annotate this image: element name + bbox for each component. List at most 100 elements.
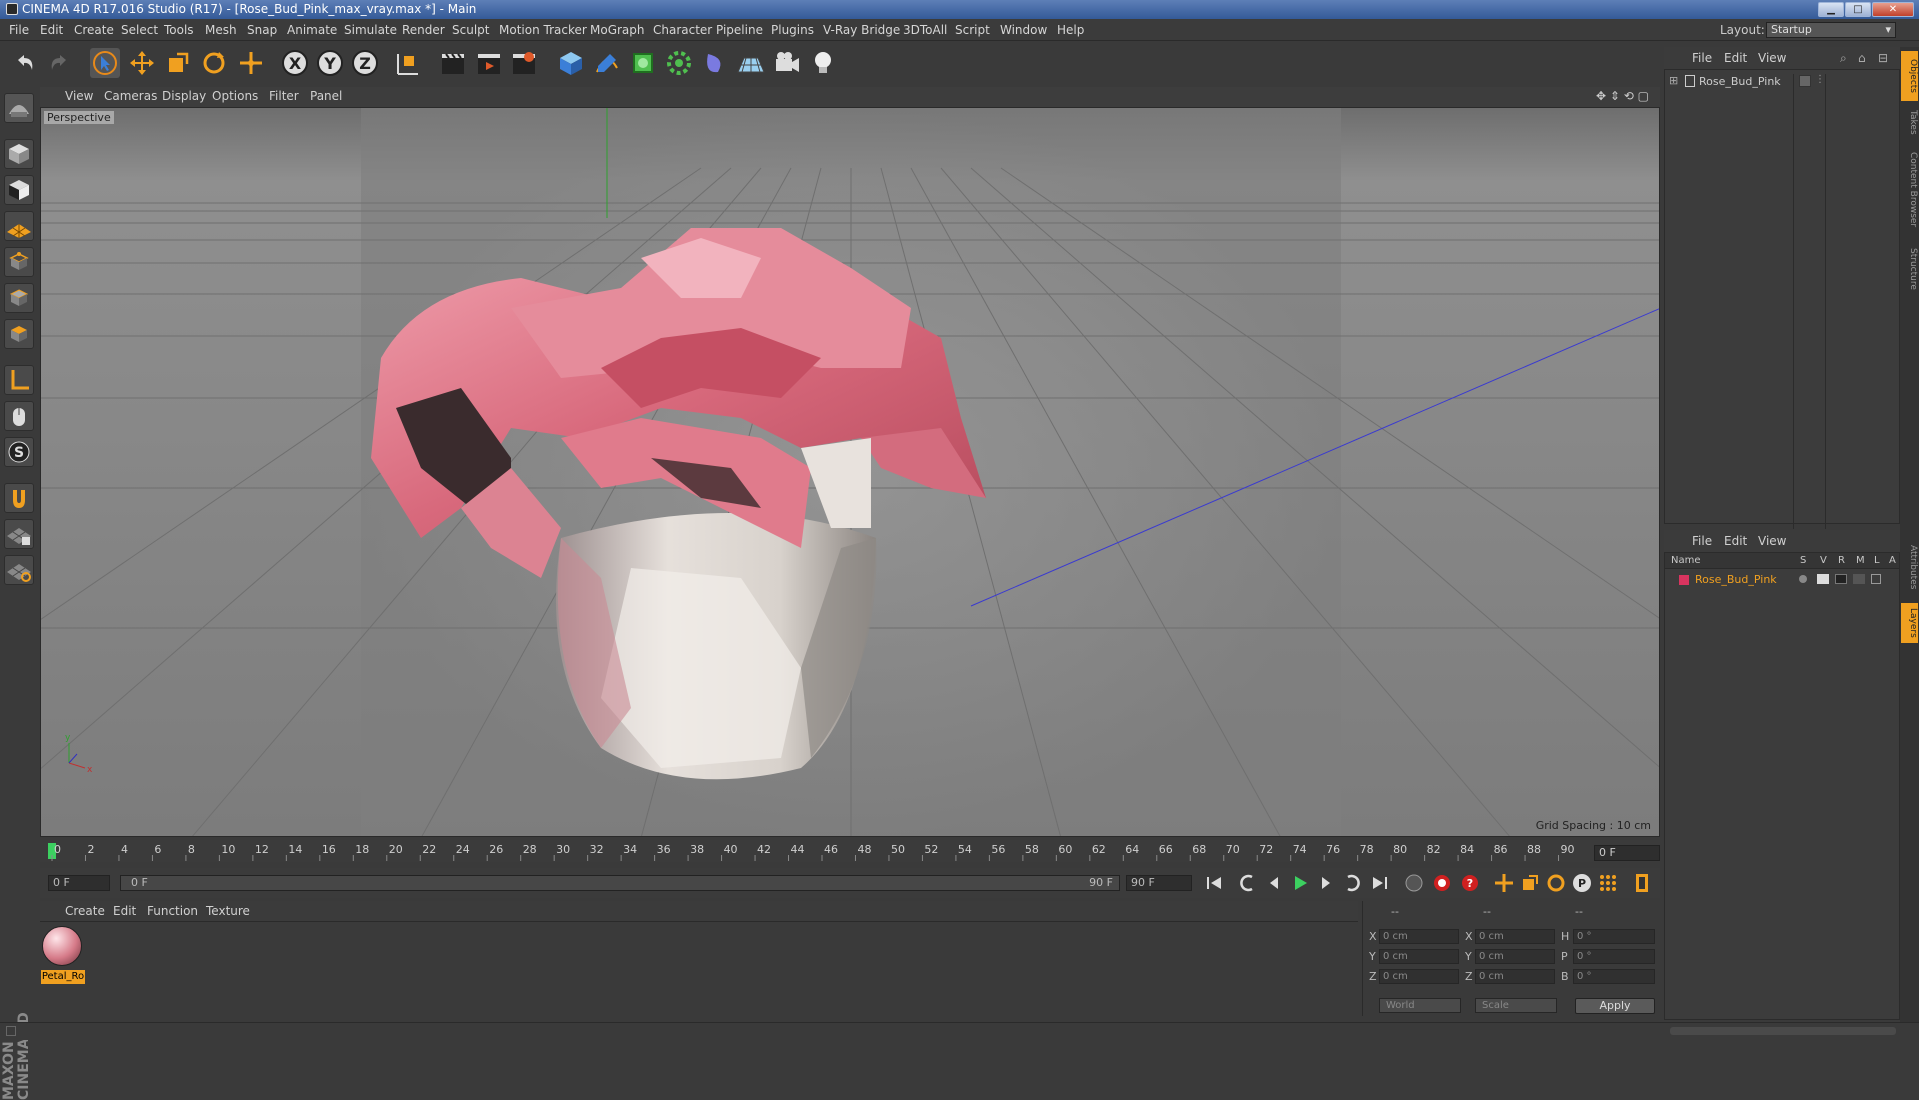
play-button[interactable]	[1288, 871, 1312, 895]
tweak-mode-button[interactable]	[4, 401, 34, 431]
menu-render[interactable]: Render	[402, 19, 445, 41]
position-z-field[interactable]: 0 cm	[1379, 969, 1459, 984]
floor-button[interactable]	[736, 48, 766, 78]
layer-color-swatch[interactable]	[1679, 575, 1689, 585]
material-preview-swatch[interactable]	[42, 926, 82, 966]
menu-file[interactable]: File	[9, 19, 29, 41]
object-row[interactable]: ⊞ Rose_Bud_Pink ⋮	[1665, 74, 1899, 529]
next-key-button[interactable]	[1340, 871, 1364, 895]
size-y-field[interactable]: 0 cm	[1475, 949, 1555, 964]
object-menu-file[interactable]: File	[1692, 51, 1712, 65]
position-y-field[interactable]: 0 cm	[1379, 949, 1459, 964]
menu-snap[interactable]: Snap	[247, 19, 277, 41]
next-frame-button[interactable]	[1314, 871, 1338, 895]
point-level-key-button[interactable]	[1596, 871, 1620, 895]
previous-key-button[interactable]	[1236, 871, 1260, 895]
render-picture-viewer-button[interactable]	[474, 48, 504, 78]
points-mode-button[interactable]	[4, 247, 34, 277]
layer-visible-eye-icon[interactable]	[1817, 574, 1829, 584]
z-axis-lock-button[interactable]: Z	[350, 48, 380, 78]
planar-workplane-button[interactable]	[4, 555, 34, 585]
menu-pipeline[interactable]: Pipeline	[716, 19, 763, 41]
material-menu-texture[interactable]: Texture	[206, 904, 250, 918]
locked-workplane-button[interactable]	[4, 519, 34, 549]
tree-expand-icon[interactable]: ⊞	[1669, 74, 1678, 87]
cube-button[interactable]	[556, 48, 586, 78]
material-menu-create[interactable]: Create	[65, 904, 105, 918]
layer-menu-view[interactable]: View	[1758, 534, 1786, 548]
maximize-button[interactable]: □	[1845, 2, 1871, 17]
object-menu-edit[interactable]: Edit	[1724, 51, 1747, 65]
visibility-toggle-icon[interactable]	[1799, 75, 1811, 87]
layer-row[interactable]: Rose_Bud_Pink	[1665, 571, 1899, 587]
make-editable-button[interactable]	[4, 93, 34, 123]
coordinate-mode-dropdown[interactable]: World	[1379, 998, 1461, 1013]
light-button[interactable]	[808, 48, 838, 78]
position-x-field[interactable]: 0 cm	[1379, 929, 1459, 944]
timeline-ruler[interactable]: 0 2 4 6 8 10 12 14 16 18 20 22 24 26 28 30 32 34 36 38 40 42 4…	[40, 840, 1660, 862]
menu-sculpt[interactable]: Sculpt	[452, 19, 489, 41]
layer-manager-icon[interactable]	[1853, 574, 1865, 584]
menu-tools[interactable]: Tools	[164, 19, 194, 41]
material-menu-edit[interactable]: Edit	[113, 904, 136, 918]
magnet-button[interactable]	[4, 483, 34, 513]
rotation-b-field[interactable]: 0 °	[1573, 969, 1655, 984]
end-frame-field[interactable]: 90 F	[1126, 875, 1192, 891]
tab-objects[interactable]: Objects	[1901, 51, 1918, 101]
edges-mode-button[interactable]	[4, 283, 34, 313]
frame-range-slider[interactable]: 0 F 90 F	[120, 875, 1120, 891]
menu-mesh[interactable]: Mesh	[205, 19, 237, 41]
search-icon[interactable]: ⌕	[1840, 51, 1847, 66]
menu-create[interactable]: Create	[74, 19, 114, 41]
move-tool-button[interactable]	[127, 48, 157, 78]
pen-spline-button[interactable]	[592, 48, 622, 78]
viewport-menu-view[interactable]: View	[65, 89, 93, 103]
perspective-viewport[interactable]: y x Perspective Grid Spacing : 10 cm	[40, 107, 1660, 837]
coordinate-system-button[interactable]	[392, 48, 422, 78]
tab-takes[interactable]: Takes	[1901, 105, 1918, 139]
keyframe-selection-button[interactable]: ?	[1458, 871, 1482, 895]
polygons-mode-button[interactable]	[4, 319, 34, 349]
layer-render-icon[interactable]	[1835, 574, 1847, 584]
menu-window[interactable]: Window	[1000, 19, 1047, 41]
render-view-button[interactable]	[438, 48, 468, 78]
camera-button[interactable]	[772, 48, 802, 78]
menu-simulate[interactable]: Simulate	[344, 19, 397, 41]
render-toggle-icon[interactable]: ⋮	[1815, 74, 1825, 85]
tab-structure[interactable]: Structure	[1901, 241, 1918, 296]
material-name-label[interactable]: Petal_Ro	[41, 970, 85, 984]
viewport-menu-filter[interactable]: Filter	[269, 89, 299, 103]
menu-select[interactable]: Select	[121, 19, 158, 41]
transform-tool-button[interactable]	[236, 48, 266, 78]
tab-content-browser[interactable]: Content Browser	[1901, 145, 1918, 235]
undo-button[interactable]	[10, 48, 40, 78]
snap-button[interactable]: S	[4, 437, 34, 467]
cloner-button[interactable]	[664, 48, 694, 78]
object-name[interactable]: Rose_Bud_Pink	[1699, 75, 1781, 88]
record-keys-button[interactable]	[1402, 871, 1426, 895]
subdivision-surface-button[interactable]	[628, 48, 658, 78]
material-menu-function[interactable]: Function	[147, 904, 198, 918]
apply-button[interactable]: Apply	[1575, 998, 1655, 1014]
menu-help[interactable]: Help	[1057, 19, 1084, 41]
go-to-start-button[interactable]	[1202, 871, 1226, 895]
live-selection-button[interactable]	[90, 48, 120, 78]
size-mode-dropdown[interactable]: Scale	[1475, 998, 1557, 1013]
y-axis-lock-button[interactable]: Y	[315, 48, 345, 78]
menu-edit[interactable]: Edit	[40, 19, 63, 41]
rotation-p-field[interactable]: 0 °	[1573, 949, 1655, 964]
menu-3dtoall[interactable]: 3DToAll	[903, 19, 947, 41]
rotation-key-button[interactable]	[1544, 871, 1568, 895]
layer-menu-file[interactable]: File	[1692, 534, 1712, 548]
menu-plugins[interactable]: Plugins	[771, 19, 814, 41]
start-frame-field[interactable]: 0 F	[48, 875, 110, 891]
viewport-menu-options[interactable]: Options	[212, 89, 258, 103]
size-x-field[interactable]: 0 cm	[1475, 929, 1555, 944]
new-view-icon[interactable]: ⊟	[1878, 51, 1888, 65]
layout-dropdown[interactable]: Startup ▾	[1766, 22, 1896, 38]
deformer-button[interactable]	[700, 48, 730, 78]
viewport-navigation-icon[interactable]: ✥ ⇕ ⟲ ▢	[1596, 89, 1649, 103]
redo-button[interactable]	[44, 48, 74, 78]
texture-mode-button[interactable]	[4, 175, 34, 205]
tab-attributes[interactable]: Attributes	[1901, 537, 1918, 597]
